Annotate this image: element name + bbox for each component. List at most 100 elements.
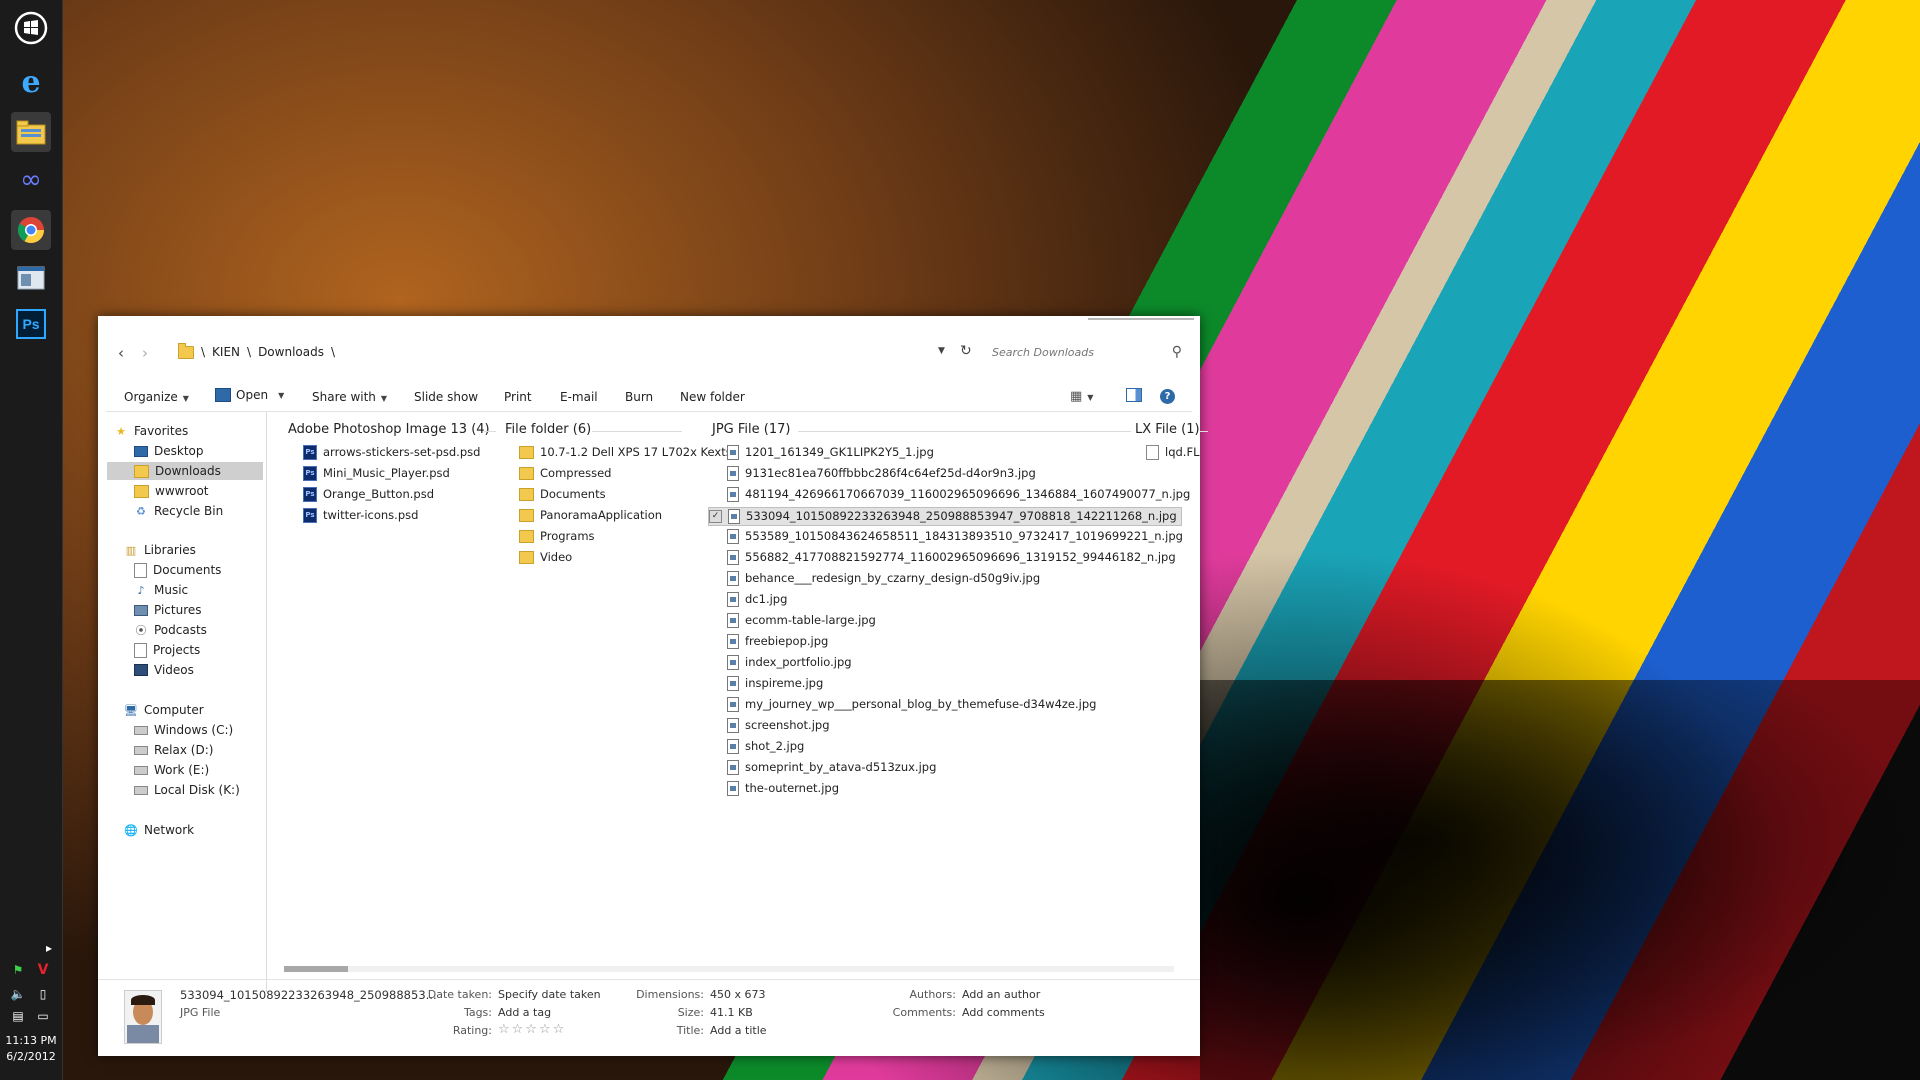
clock-date[interactable]: 6/2/2012 [0,1050,62,1063]
clock-time[interactable]: 11:13 PM [0,1034,62,1047]
list-item[interactable]: Ps arrows-stickers-set-psd.psd [303,443,480,462]
print-button[interactable]: Print [504,390,532,404]
list-item[interactable]: index_portfolio.jpg [727,653,852,672]
list-item[interactable]: someprint_by_atava-d513zux.jpg [727,758,936,777]
v-app-tray-icon[interactable]: V [35,962,51,978]
list-item[interactable]: the-outernet.jpg [727,779,839,798]
group-header-lx[interactable]: LX File (1) [1131,422,1200,437]
nav-pictures[interactable]: Pictures [134,601,202,619]
drive-icon [134,725,148,735]
list-item[interactable]: shot_2.jpg [727,737,804,756]
share-with-button[interactable]: Share with ▼ [312,390,387,404]
comments-value[interactable]: Add comments [962,1006,1045,1019]
nav-relax-d[interactable]: Relax (D:) [134,741,213,759]
breadcrumb-downloads[interactable]: Downloads [258,345,324,359]
network-tray-icon[interactable]: ▭ [35,1008,51,1024]
search-box[interactable]: ⚲ [984,340,1184,365]
action-center-icon[interactable]: ▤ [10,1008,26,1024]
list-item[interactable]: ecomm-table-large.jpg [727,611,876,630]
tags-value[interactable]: Add a tag [498,1006,551,1019]
help-icon[interactable]: ? [1160,388,1175,404]
scrollbar-thumb[interactable] [284,966,348,972]
dimensions-value: 450 x 673 [710,988,766,1001]
title-value[interactable]: Add a title [710,1024,767,1037]
date-taken-value[interactable]: Specify date taken [498,988,601,1001]
nav-work-e[interactable]: Work (E:) [134,761,209,779]
nav-podcasts[interactable]: ⦿ Podcasts [134,621,207,639]
list-item[interactable]: Ps Orange_Button.psd [303,485,434,504]
nav-local-disk-k[interactable]: Local Disk (K:) [134,781,240,799]
nav-projects[interactable]: Projects [134,641,200,659]
drive-icon [134,785,148,795]
preview-pane-icon[interactable] [1126,388,1142,405]
window-app-icon[interactable] [11,258,51,298]
horizontal-scrollbar[interactable] [284,966,1174,972]
nav-videos[interactable]: Videos [134,661,194,679]
view-options-icon[interactable]: ▦ ▼ [1070,389,1093,404]
organize-button[interactable]: Organize ▼ [124,390,189,404]
list-item[interactable]: screenshot.jpg [727,716,830,735]
nav-wwwroot[interactable]: wwwroot [134,482,209,500]
slide-show-button[interactable]: Slide show [414,390,478,404]
search-icon[interactable]: ⚲ [1172,344,1182,360]
history-dropdown-icon[interactable]: ▼ [938,346,945,356]
group-header-folders[interactable]: File folder (6) [505,422,591,437]
nav-documents[interactable]: Documents [134,561,221,579]
refresh-icon[interactable]: ↻ [960,343,972,359]
expand-tray-icon[interactable]: ▸ [41,940,57,956]
group-header-psd[interactable]: Adobe Photoshop Image 13 (4) [288,422,490,437]
list-item[interactable]: 1201_161349_GK1LIPK2Y5_1.jpg [727,443,934,462]
group-header-jpg[interactable]: JPG File (17) [712,422,790,437]
list-item[interactable]: inspireme.jpg [727,674,823,693]
breadcrumb-kien[interactable]: KIEN [212,345,240,359]
list-item[interactable]: freebiepop.jpg [727,632,828,651]
list-item[interactable]: 9131ec81ea760ffbbbc286f4c64ef25d-d4or9n3… [727,464,1036,483]
burn-button[interactable]: Burn [625,390,653,404]
checkbox-checked-icon[interactable]: ✓ [709,510,722,523]
list-item[interactable]: Documents [519,485,606,504]
forward-arrow-icon[interactable]: › [142,344,148,362]
list-item[interactable]: behance___redesign_by_czarny_design-d50g… [727,569,1040,588]
list-item[interactable]: 481194_426966170667039_116002965096696_1… [727,485,1190,504]
list-item[interactable]: 10.7-1.2 Dell XPS 17 L702x Kexts [519,443,732,462]
start-button-icon[interactable] [11,8,51,48]
search-input[interactable] [984,340,1160,365]
file-explorer-icon[interactable] [11,112,51,152]
list-item[interactable]: Compressed [519,464,611,483]
speaker-icon[interactable]: 🔈 [10,986,26,1002]
list-item[interactable]: PanoramaApplication [519,506,662,525]
back-arrow-icon[interactable]: ‹ [118,344,124,362]
authors-value[interactable]: Add an author [962,988,1040,1001]
list-item-selected[interactable]: ✓ 533094_10150892233263948_250988853947_9… [708,507,1182,526]
nav-windows-c[interactable]: Windows (C:) [134,721,233,739]
list-item[interactable]: 556882_417708821592774_116002965096696_1… [727,548,1176,567]
chrome-icon[interactable] [11,210,51,250]
list-item[interactable]: Video [519,548,572,567]
list-item[interactable]: dc1.jpg [727,590,787,609]
nav-music[interactable]: ♪ Music [134,581,188,599]
rating-stars[interactable]: ☆☆☆☆☆ [498,1022,566,1037]
infinity-app-icon[interactable]: ∞ [11,160,51,200]
nav-desktop[interactable]: Desktop [134,442,204,460]
photoshop-icon[interactable]: Ps [11,304,51,344]
list-item[interactable]: Ps Mini_Music_Player.psd [303,464,450,483]
battery-icon[interactable]: ▯ [35,986,51,1002]
nav-network[interactable]: 🌐 Network [124,821,194,839]
list-item[interactable]: Ps twitter-icons.psd [303,506,418,525]
open-button[interactable]: Open ▼ [215,388,284,402]
nav-downloads[interactable]: Downloads [107,462,263,480]
nav-libraries[interactable]: ▥ Libraries [124,541,196,559]
new-folder-button[interactable]: New folder [680,390,745,404]
email-button[interactable]: E-mail [560,390,598,404]
flag-tray-icon[interactable]: ⚑ [10,962,26,978]
internet-explorer-icon[interactable]: e [11,62,51,102]
file-name: screenshot.jpg [745,718,830,732]
list-item[interactable]: lqd.FL [1146,443,1199,462]
list-item[interactable]: Programs [519,527,595,546]
nav-recycle-bin[interactable]: ♻ Recycle Bin [134,502,223,520]
list-item[interactable]: my_journey_wp___personal_blog_by_themefu… [727,695,1096,714]
nav-favorites[interactable]: ★ Favorites [114,422,188,440]
nav-computer[interactable]: 🖥 Computer [124,701,204,719]
breadcrumb[interactable]: \ KIEN \ Downloads \ [178,342,335,359]
list-item[interactable]: 553589_10150843624658511_184313893510_97… [727,527,1183,546]
